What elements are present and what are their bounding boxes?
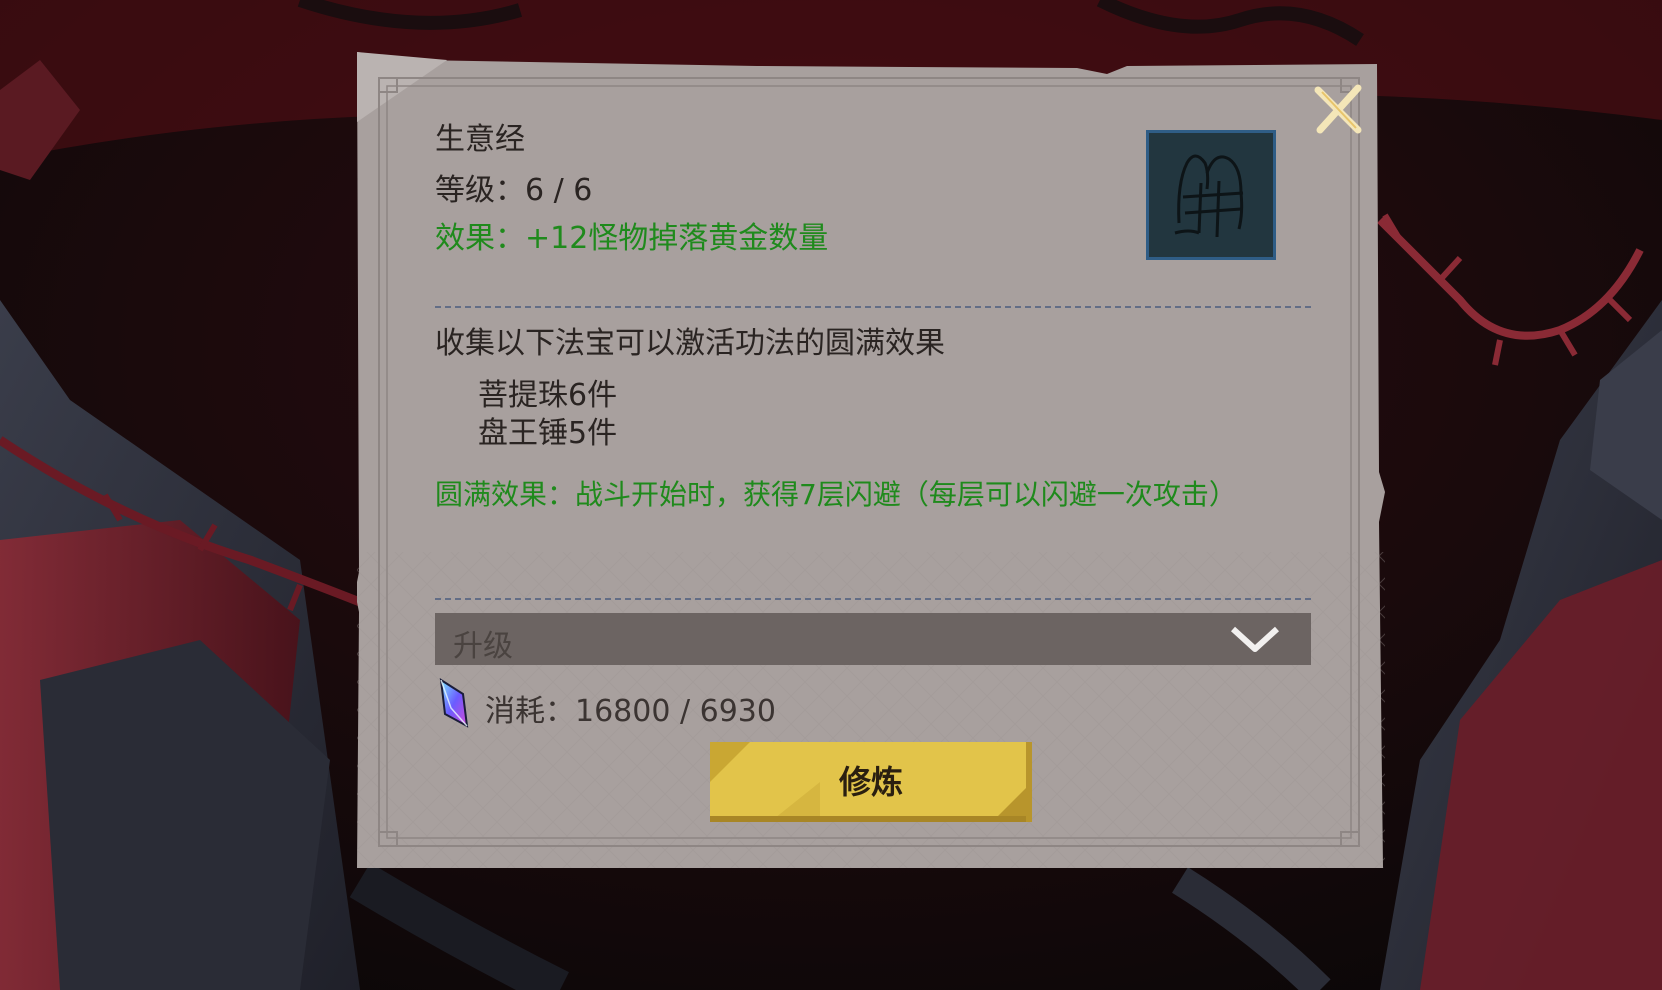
upgrade-dropdown[interactable]: 升级 — [435, 613, 1311, 665]
skill-level: 等级：6 / 6 — [435, 173, 593, 208]
close-icon — [1314, 84, 1362, 134]
skill-rune-icon — [1146, 130, 1276, 260]
requirement-list: 菩提珠6件 盘王锤5件 — [478, 377, 617, 453]
cost-text: 消耗：16800 / 6930 — [485, 694, 776, 729]
collect-description: 收集以下法宝可以激活功法的圆满效果 — [435, 326, 945, 361]
divider — [435, 598, 1311, 600]
train-button-label: 修炼 — [838, 763, 903, 801]
crystal-gem-icon — [439, 678, 469, 728]
chevron-down-icon — [1230, 626, 1280, 652]
skill-title: 生意经 — [435, 122, 525, 157]
upgrade-label: 升级 — [453, 629, 513, 664]
list-item: 菩提珠6件 — [478, 378, 618, 413]
list-item: 盘王锤5件 — [478, 416, 618, 451]
close-button[interactable] — [1308, 80, 1368, 140]
divider — [435, 306, 1311, 308]
game-scene: 生意经 等级：6 / 6 效果：+12怪物掉落黄金数量 收集以下法宝可以激活功法… — [0, 0, 1662, 990]
train-button[interactable]: 修炼 — [710, 742, 1032, 822]
full-effect-text: 圆满效果：战斗开始时，获得7层闪避（每层可以闪避一次攻击） — [435, 478, 1237, 511]
skill-effect: 效果：+12怪物掉落黄金数量 — [435, 221, 829, 256]
